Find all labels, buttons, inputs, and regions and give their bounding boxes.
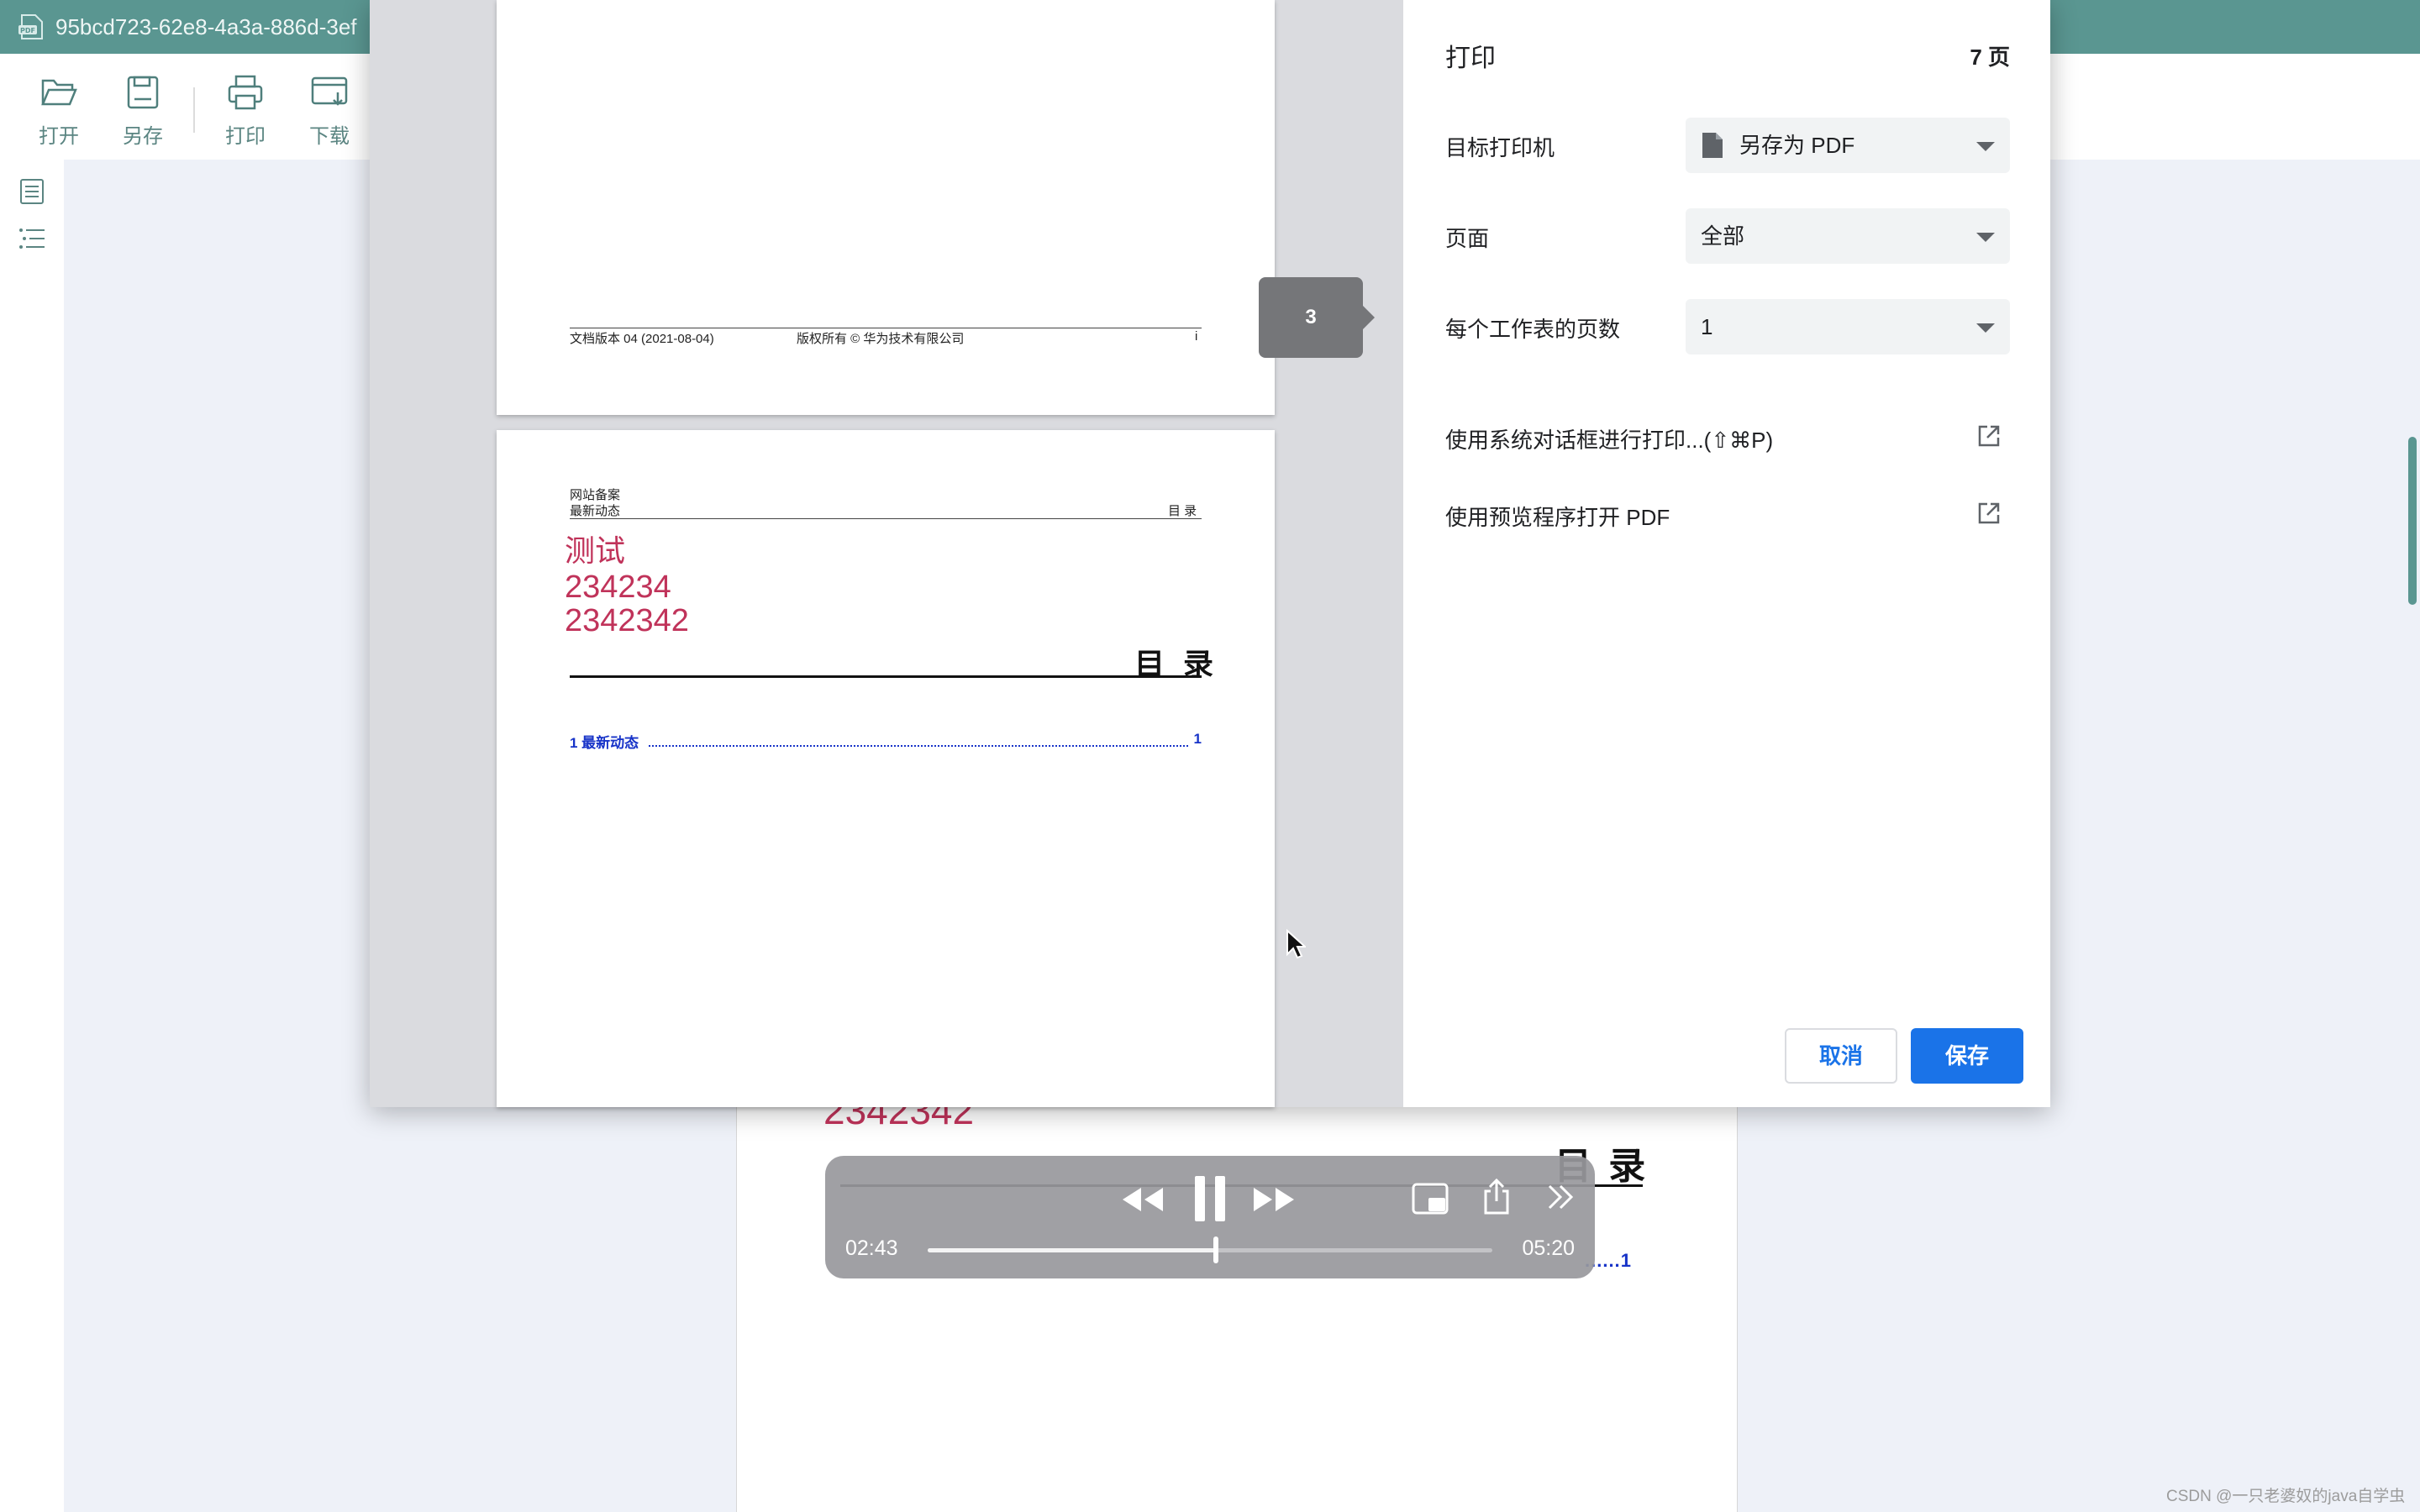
open-external-icon[interactable] <box>1976 501 2002 526</box>
open-label: 打开 <box>39 125 79 148</box>
more-chevrons-icon[interactable] <box>1546 1183 1575 1211</box>
open-in-preview-link[interactable]: 使用预览程序打开 PDF <box>1445 501 1670 532</box>
chevron-down-icon <box>1976 323 1995 333</box>
page-header-line2: 最新动态 <box>570 504 621 518</box>
open-external-icon[interactable] <box>1976 423 2002 449</box>
page-count: 7 页 <box>1970 45 2010 70</box>
page-header-line1: 网站备案 <box>570 488 621 502</box>
document-toc-page: 1 <box>1620 1250 1632 1271</box>
red-text-line: 234234 <box>565 570 671 605</box>
save-button[interactable]: 保存 <box>1911 1028 2023 1084</box>
destination-select[interactable]: 另存为 PDF <box>1686 118 2010 173</box>
preview-page-2 <box>497 430 1275 1107</box>
print-title: 打印 <box>1445 45 1496 72</box>
print-button[interactable]: 打印 <box>210 71 281 151</box>
folder-open-icon <box>41 79 77 106</box>
download-icon <box>311 76 348 106</box>
watermark: CSDN @一只老婆奴的java自学虫 <box>2166 1488 2406 1505</box>
left-sidebar <box>0 160 64 1512</box>
page-number-badge: 3 <box>1259 277 1375 358</box>
destination-label: 目标打印机 <box>1445 135 1555 160</box>
footer-copyright: 版权所有 © 华为技术有限公司 <box>797 332 965 346</box>
toc-entry-label: 1 最新动态 <box>570 735 639 751</box>
cancel-button[interactable]: 取消 <box>1785 1028 1897 1084</box>
duration: 05:20 <box>1522 1236 1575 1260</box>
pages-per-sheet-select[interactable]: 1 <box>1686 299 2010 354</box>
toolbar-separator <box>193 87 195 133</box>
pages-per-sheet-value: 1 <box>1701 314 1713 339</box>
save-as-button[interactable]: 另存 <box>108 71 178 151</box>
progress-knob[interactable] <box>1213 1236 1218 1263</box>
fast-forward-icon[interactable] <box>1252 1184 1296 1215</box>
page-header-rule <box>570 518 1202 519</box>
current-time: 02:43 <box>845 1236 898 1260</box>
chevron-down-icon <box>1976 142 1995 151</box>
toc-dot-leader <box>649 745 1188 747</box>
file-icon <box>1702 133 1723 158</box>
download-label: 下载 <box>309 125 350 148</box>
pages-value: 全部 <box>1701 223 1745 249</box>
mouse-cursor-icon <box>1286 929 1306 959</box>
pause-icon[interactable] <box>1192 1174 1228 1223</box>
open-button[interactable]: 打开 <box>24 71 94 151</box>
toc-title-rule <box>570 675 1202 678</box>
toc-entry-page: 1 <box>1193 731 1202 747</box>
download-button[interactable]: 下载 <box>294 71 365 151</box>
preview-page-1 <box>497 0 1275 415</box>
footer-page-number: i <box>1195 329 1198 344</box>
page-thumbnails-icon[interactable] <box>17 176 47 207</box>
share-icon[interactable] <box>1482 1178 1511 1215</box>
toc-entry[interactable]: 1 最新动态 1 <box>570 731 1202 751</box>
save-icon <box>127 76 159 109</box>
rewind-icon[interactable] <box>1121 1184 1165 1215</box>
page-header-right: 目 录 <box>1168 504 1197 518</box>
progress-slider[interactable] <box>928 1236 1492 1263</box>
progress-fill <box>928 1248 1216 1252</box>
print-label: 打印 <box>225 125 266 148</box>
svg-text:PDF: PDF <box>20 27 35 34</box>
vertical-scrollbar[interactable] <box>2408 437 2417 605</box>
red-text-line: 2342342 <box>565 603 689 638</box>
save-as-label: 另存 <box>123 125 163 148</box>
pdf-file-icon: PDF <box>18 14 43 39</box>
red-text-line: 测试 <box>565 533 626 568</box>
pages-per-sheet-label: 每个工作表的页数 <box>1445 317 1621 342</box>
picture-in-picture-icon[interactable] <box>1412 1183 1449 1215</box>
printer-icon <box>228 75 263 110</box>
pages-label: 页面 <box>1445 226 1490 251</box>
media-controls: 02:43 05:20 <box>825 1156 1595 1278</box>
chevron-down-icon <box>1976 233 1995 242</box>
outline-list-icon[interactable] <box>17 223 47 254</box>
pages-select[interactable]: 全部 <box>1686 208 2010 264</box>
window-title: 95bcd723-62e8-4a3a-886d-3ef <box>55 14 357 39</box>
system-dialog-link[interactable]: 使用系统对话框进行打印...(⇧⌘P) <box>1445 423 1773 454</box>
destination-value: 另存为 PDF <box>1739 133 1855 158</box>
footer-version: 文档版本 04 (2021-08-04) <box>570 332 714 346</box>
